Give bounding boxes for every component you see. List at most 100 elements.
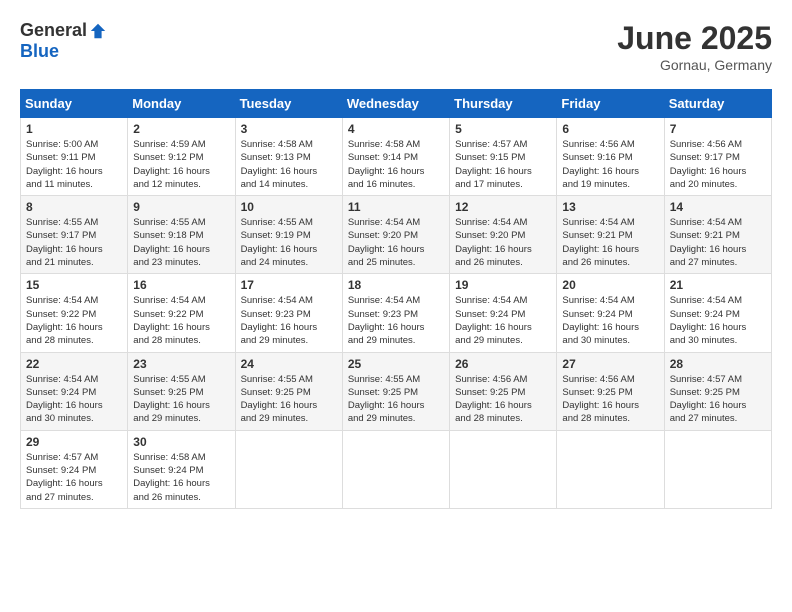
cell-content: Sunrise: 4:56 AM Sunset: 9:16 PM Dayligh… <box>562 138 658 191</box>
calendar-cell: 9Sunrise: 4:55 AM Sunset: 9:18 PM Daylig… <box>128 196 235 274</box>
day-number: 20 <box>562 278 658 292</box>
logo-icon <box>89 22 107 40</box>
calendar-header-friday: Friday <box>557 90 664 118</box>
calendar-cell: 19 Sunrise: 4:54 AM Sunset: 9:24 PM Dayli… <box>450 274 557 352</box>
cell-content: Sunrise: 4:54 AM Sunset: 9:20 PM Dayligh… <box>455 216 551 269</box>
day-number: 6 <box>562 122 658 136</box>
calendar-header-wednesday: Wednesday <box>342 90 449 118</box>
calendar-header-sunday: Sunday <box>21 90 128 118</box>
day-number: 5 <box>455 122 551 136</box>
cell-content: Sunrise: 4:55 AM Sunset: 9:25 PM Dayligh… <box>133 373 229 426</box>
calendar-cell: 20 Sunrise: 4:54 AM Sunset: 9:24 PM Dayli… <box>557 274 664 352</box>
calendar-cell: 24Sunrise: 4:55 AM Sunset: 9:25 PM Dayli… <box>235 352 342 430</box>
day-number: 14 <box>670 200 766 214</box>
day-number: 17 <box>241 278 337 292</box>
logo-general-text: General <box>20 20 87 41</box>
day-number: 1 <box>26 122 122 136</box>
day-number: 15 <box>26 278 122 292</box>
calendar-cell: 23 Sunrise: 4:55 AM Sunset: 9:25 PM Dayli… <box>128 352 235 430</box>
day-number: 16 <box>133 278 229 292</box>
calendar-week-row: 1 Sunrise: 5:00 AM Sunset: 9:11 PM Daylig… <box>21 118 772 196</box>
day-number: 22 <box>26 357 122 371</box>
cell-content: Sunrise: 4:55 AM Sunset: 9:17 PM Dayligh… <box>26 216 122 269</box>
calendar-cell: 28Sunrise: 4:57 AM Sunset: 9:25 PM Dayli… <box>664 352 771 430</box>
page-header: General Blue June 2025 Gornau, Germany <box>20 20 772 73</box>
calendar-cell: 18Sunrise: 4:54 AM Sunset: 9:23 PM Dayli… <box>342 274 449 352</box>
cell-content: Sunrise: 4:58 AM Sunset: 9:14 PM Dayligh… <box>348 138 444 191</box>
cell-content: Sunrise: 4:57 AM Sunset: 9:24 PM Dayligh… <box>26 451 122 504</box>
calendar-header-thursday: Thursday <box>450 90 557 118</box>
calendar-header-row: SundayMondayTuesdayWednesdayThursdayFrid… <box>21 90 772 118</box>
day-number: 9 <box>133 200 229 214</box>
calendar-week-row: 8 Sunrise: 4:55 AM Sunset: 9:17 PM Daylig… <box>21 196 772 274</box>
day-number: 3 <box>241 122 337 136</box>
day-number: 8 <box>26 200 122 214</box>
day-number: 21 <box>670 278 766 292</box>
calendar-cell: 2Sunrise: 4:59 AM Sunset: 9:12 PM Daylig… <box>128 118 235 196</box>
cell-content: Sunrise: 4:56 AM Sunset: 9:25 PM Dayligh… <box>562 373 658 426</box>
day-number: 30 <box>133 435 229 449</box>
cell-content: Sunrise: 4:58 AM Sunset: 9:13 PM Dayligh… <box>241 138 337 191</box>
cell-content: Sunrise: 4:59 AM Sunset: 9:12 PM Dayligh… <box>133 138 229 191</box>
day-number: 26 <box>455 357 551 371</box>
calendar-cell: 26 Sunrise: 4:56 AM Sunset: 9:25 PM Dayli… <box>450 352 557 430</box>
cell-content: Sunrise: 4:54 AM Sunset: 9:22 PM Dayligh… <box>133 294 229 347</box>
cell-content: Sunrise: 4:54 AM Sunset: 9:24 PM Dayligh… <box>562 294 658 347</box>
cell-content: Sunrise: 5:00 AM Sunset: 9:11 PM Dayligh… <box>26 138 122 191</box>
day-number: 23 <box>133 357 229 371</box>
cell-content: Sunrise: 4:54 AM Sunset: 9:24 PM Dayligh… <box>670 294 766 347</box>
calendar-cell: 4 Sunrise: 4:58 AM Sunset: 9:14 PM Daylig… <box>342 118 449 196</box>
calendar-cell: 25 Sunrise: 4:55 AM Sunset: 9:25 PM Dayli… <box>342 352 449 430</box>
calendar-cell: 30 Sunrise: 4:58 AM Sunset: 9:24 PM Dayli… <box>128 430 235 508</box>
calendar-cell: 1 Sunrise: 5:00 AM Sunset: 9:11 PM Daylig… <box>21 118 128 196</box>
calendar-week-row: 22 Sunrise: 4:54 AM Sunset: 9:24 PM Dayli… <box>21 352 772 430</box>
calendar-cell <box>235 430 342 508</box>
cell-content: Sunrise: 4:55 AM Sunset: 9:19 PM Dayligh… <box>241 216 337 269</box>
day-number: 19 <box>455 278 551 292</box>
cell-content: Sunrise: 4:54 AM Sunset: 9:20 PM Dayligh… <box>348 216 444 269</box>
calendar-cell: 27 Sunrise: 4:56 AM Sunset: 9:25 PM Dayli… <box>557 352 664 430</box>
day-number: 4 <box>348 122 444 136</box>
calendar-cell: 10Sunrise: 4:55 AM Sunset: 9:19 PM Dayli… <box>235 196 342 274</box>
day-number: 27 <box>562 357 658 371</box>
calendar-cell <box>664 430 771 508</box>
calendar-header-monday: Monday <box>128 90 235 118</box>
cell-content: Sunrise: 4:54 AM Sunset: 9:24 PM Dayligh… <box>455 294 551 347</box>
calendar-cell: 12 Sunrise: 4:54 AM Sunset: 9:20 PM Dayli… <box>450 196 557 274</box>
logo: General Blue <box>20 20 107 62</box>
calendar-cell: 6 Sunrise: 4:56 AM Sunset: 9:16 PM Daylig… <box>557 118 664 196</box>
cell-content: Sunrise: 4:58 AM Sunset: 9:24 PM Dayligh… <box>133 451 229 504</box>
calendar-cell: 29Sunrise: 4:57 AM Sunset: 9:24 PM Dayli… <box>21 430 128 508</box>
calendar-cell: 11 Sunrise: 4:54 AM Sunset: 9:20 PM Dayli… <box>342 196 449 274</box>
cell-content: Sunrise: 4:55 AM Sunset: 9:25 PM Dayligh… <box>348 373 444 426</box>
calendar-cell <box>450 430 557 508</box>
calendar-cell: 3 Sunrise: 4:58 AM Sunset: 9:13 PM Daylig… <box>235 118 342 196</box>
title-block: June 2025 Gornau, Germany <box>617 20 772 73</box>
cell-content: Sunrise: 4:54 AM Sunset: 9:23 PM Dayligh… <box>241 294 337 347</box>
logo-blue-text: Blue <box>20 41 59 62</box>
day-number: 13 <box>562 200 658 214</box>
month-title: June 2025 <box>617 20 772 57</box>
cell-content: Sunrise: 4:54 AM Sunset: 9:22 PM Dayligh… <box>26 294 122 347</box>
calendar-cell: 7 Sunrise: 4:56 AM Sunset: 9:17 PM Daylig… <box>664 118 771 196</box>
cell-content: Sunrise: 4:56 AM Sunset: 9:17 PM Dayligh… <box>670 138 766 191</box>
cell-content: Sunrise: 4:57 AM Sunset: 9:15 PM Dayligh… <box>455 138 551 191</box>
cell-content: Sunrise: 4:57 AM Sunset: 9:25 PM Dayligh… <box>670 373 766 426</box>
calendar-cell: 5 Sunrise: 4:57 AM Sunset: 9:15 PM Daylig… <box>450 118 557 196</box>
calendar-cell: 16 Sunrise: 4:54 AM Sunset: 9:22 PM Dayli… <box>128 274 235 352</box>
day-number: 7 <box>670 122 766 136</box>
calendar-week-row: 15 Sunrise: 4:54 AM Sunset: 9:22 PM Dayli… <box>21 274 772 352</box>
calendar-cell <box>342 430 449 508</box>
calendar-cell: 21 Sunrise: 4:54 AM Sunset: 9:24 PM Dayli… <box>664 274 771 352</box>
cell-content: Sunrise: 4:56 AM Sunset: 9:25 PM Dayligh… <box>455 373 551 426</box>
calendar-cell: 17 Sunrise: 4:54 AM Sunset: 9:23 PM Dayli… <box>235 274 342 352</box>
day-number: 12 <box>455 200 551 214</box>
day-number: 25 <box>348 357 444 371</box>
cell-content: Sunrise: 4:54 AM Sunset: 9:24 PM Dayligh… <box>26 373 122 426</box>
calendar-header-tuesday: Tuesday <box>235 90 342 118</box>
day-number: 24 <box>241 357 337 371</box>
cell-content: Sunrise: 4:54 AM Sunset: 9:21 PM Dayligh… <box>562 216 658 269</box>
day-number: 11 <box>348 200 444 214</box>
cell-content: Sunrise: 4:54 AM Sunset: 9:23 PM Dayligh… <box>348 294 444 347</box>
calendar-cell: 13 Sunrise: 4:54 AM Sunset: 9:21 PM Dayli… <box>557 196 664 274</box>
